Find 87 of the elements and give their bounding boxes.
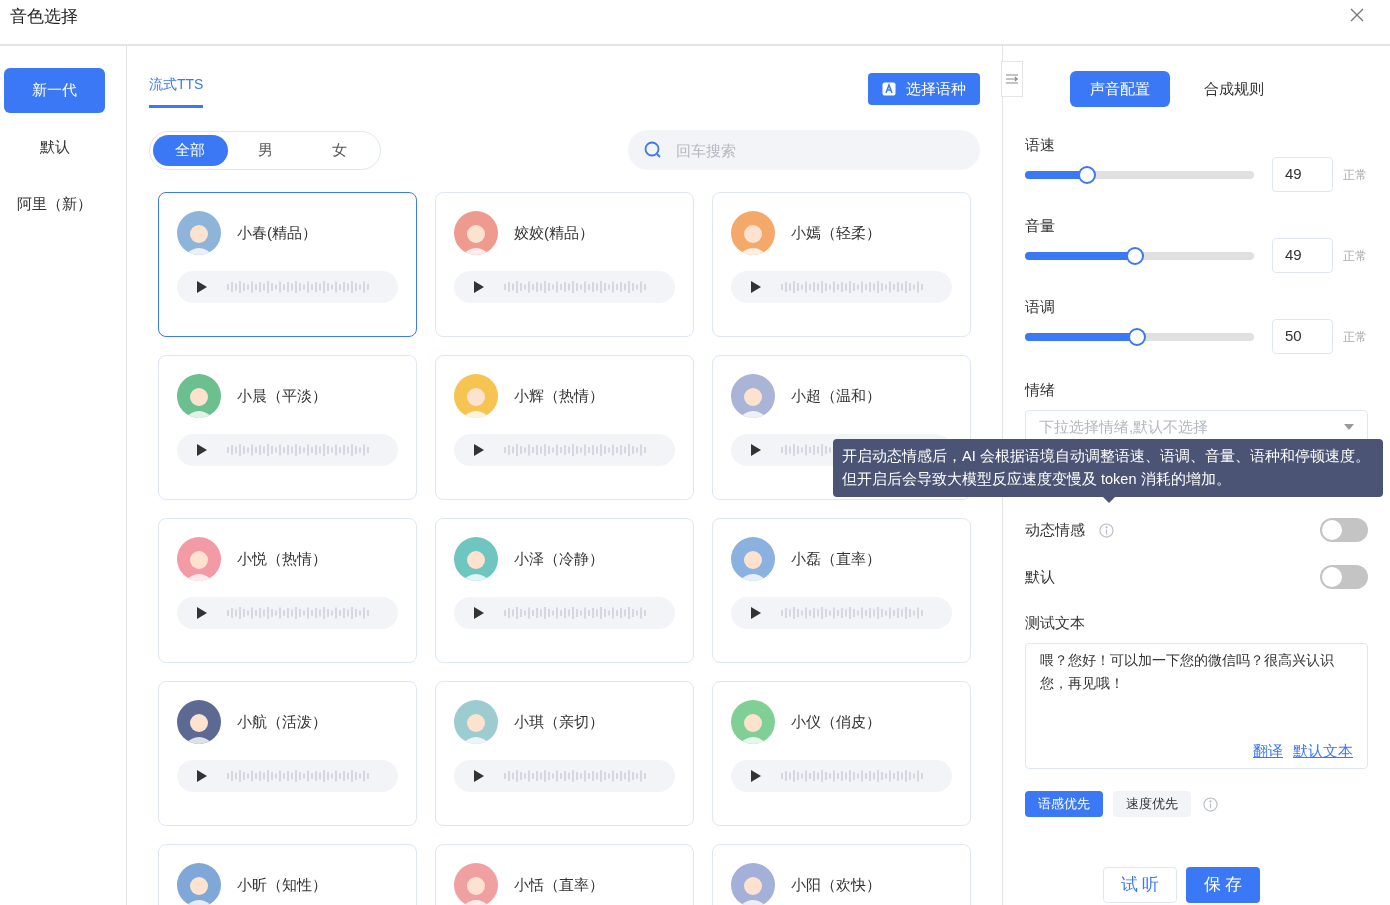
translate-icon — [882, 82, 896, 96]
level-reading: 正常 — [1343, 166, 1367, 184]
voice-name: 小琪（亲切） — [514, 711, 604, 732]
toggle-switch[interactable] — [1320, 565, 1368, 589]
toggle-label: 默认 — [1025, 566, 1055, 587]
voice-name: 小春(精品） — [237, 222, 317, 243]
voice-name: 小阳（欢快） — [791, 874, 881, 895]
menu-icon — [1006, 74, 1018, 84]
play-icon[interactable] — [474, 770, 484, 782]
priority-option[interactable]: 速度优先 — [1113, 791, 1191, 817]
filter-option[interactable]: 女 — [302, 134, 377, 166]
close-icon[interactable] — [1350, 8, 1364, 22]
tab[interactable]: 流式TTS — [149, 74, 204, 108]
play-icon[interactable] — [197, 444, 207, 456]
slider-handle[interactable] — [1077, 165, 1096, 184]
play-icon[interactable] — [197, 281, 207, 293]
voice-card[interactable]: 小恬（直率） — [435, 844, 694, 905]
voice-name: 小仪（俏皮） — [791, 711, 881, 732]
listen-button[interactable]: 试 听 — [1103, 867, 1177, 903]
level-reading: 正常 — [1343, 247, 1367, 265]
search-icon — [644, 141, 662, 159]
play-icon[interactable] — [474, 281, 484, 293]
filter-option[interactable]: 全部 — [153, 134, 228, 166]
play-icon[interactable] — [751, 770, 761, 782]
voice-card[interactable]: 小昕（知性） — [158, 844, 417, 905]
voice-card[interactable]: 小泽（冷静） — [435, 518, 694, 663]
slider-handle[interactable] — [1128, 327, 1147, 346]
info-icon — [1099, 522, 1114, 538]
value-field[interactable]: 50 — [1272, 319, 1333, 354]
test-text-label: 测试文本 — [1025, 614, 1085, 631]
slider-label: 语调 — [1025, 298, 1055, 315]
voice-card[interactable]: 小晨（平淡） — [158, 355, 417, 500]
tooltip-arrow — [1103, 497, 1115, 503]
voice-name: 小昕（知性） — [237, 874, 327, 895]
toggle-switch[interactable] — [1320, 518, 1368, 542]
test-text-area[interactable]: 喂？您好！可以加一下您的微信吗？很高兴认识您，再见哦！ 翻译 默认文本 — [1025, 643, 1368, 769]
sidebar-item[interactable]: 新一代 — [4, 68, 105, 113]
voice-card[interactable]: 小阳（欢快） — [712, 844, 971, 905]
slider-label: 音量 — [1025, 217, 1055, 234]
value-field[interactable]: 49 — [1272, 238, 1333, 273]
search-field[interactable]: 回车搜索 — [628, 130, 980, 170]
toggle-label: 动态情感 — [1025, 519, 1085, 540]
text-link[interactable]: 默认文本 — [1293, 739, 1353, 762]
sidebar-item[interactable]: 阿里（新） — [4, 182, 105, 227]
config-tab[interactable]: 声音配置 — [1069, 71, 1170, 107]
voice-name: 小航（活泼） — [237, 711, 327, 732]
play-icon[interactable] — [474, 444, 484, 456]
filter-option[interactable]: 男 — [227, 134, 303, 166]
voice-name: 小泽（冷静） — [514, 548, 604, 569]
voice-name: 小悦（热情） — [237, 548, 327, 569]
play-icon[interactable] — [751, 444, 761, 456]
voice-name: 小晨（平淡） — [237, 385, 327, 406]
voice-card[interactable]: 小仪（俏皮） — [712, 681, 971, 826]
voice-card[interactable]: 姣姣(精品） — [435, 192, 694, 337]
play-icon[interactable] — [197, 607, 207, 619]
select-language-button[interactable]: 选择语种 — [868, 73, 980, 105]
voice-name: 小磊（直率） — [791, 548, 881, 569]
slider-label: 语速 — [1025, 136, 1055, 153]
tooltip: 开启动态情感后，AI 会根据语境自动调整语速、语调、音量、语种和停顿速度。但开启后会导致大模型反应速度变慢及 token 消耗的增加。 — [833, 439, 1383, 497]
sidebar-item[interactable]: 默认 — [4, 125, 105, 170]
voice-card[interactable]: 小悦（热情） — [158, 518, 417, 663]
voice-card[interactable]: 小春(精品） — [158, 192, 417, 337]
voice-card[interactable]: 小嫣（轻柔） — [712, 192, 971, 337]
play-icon[interactable] — [751, 607, 761, 619]
config-tab[interactable]: 合成规则 — [1183, 71, 1284, 107]
voice-card[interactable]: 小辉（热情） — [435, 355, 694, 500]
text-link[interactable]: 翻译 — [1253, 739, 1283, 762]
save-button[interactable]: 保 存 — [1186, 867, 1260, 903]
voice-name: 小辉（热情） — [514, 385, 604, 406]
play-icon[interactable] — [197, 770, 207, 782]
window-title: 音色选择 — [10, 6, 78, 28]
info-icon — [1203, 796, 1218, 812]
slider-handle[interactable] — [1125, 246, 1144, 265]
play-icon[interactable] — [751, 281, 761, 293]
voice-card[interactable]: 小航（活泼） — [158, 681, 417, 826]
voice-name: 小超（温和） — [791, 385, 881, 406]
emotion-label: 情绪 — [1025, 381, 1055, 398]
priority-option[interactable]: 语感优先 — [1025, 791, 1103, 817]
voice-card[interactable]: 小磊（直率） — [712, 518, 971, 663]
level-reading: 正常 — [1343, 328, 1367, 346]
value-field[interactable]: 49 — [1272, 157, 1333, 192]
voice-name: 姣姣(精品） — [514, 222, 594, 243]
voice-card[interactable]: 小琪（亲切） — [435, 681, 694, 826]
play-icon[interactable] — [474, 607, 484, 619]
caret-icon — [1344, 424, 1354, 430]
voice-name: 小嫣（轻柔） — [791, 222, 881, 243]
voice-name: 小恬（直率） — [514, 874, 604, 895]
